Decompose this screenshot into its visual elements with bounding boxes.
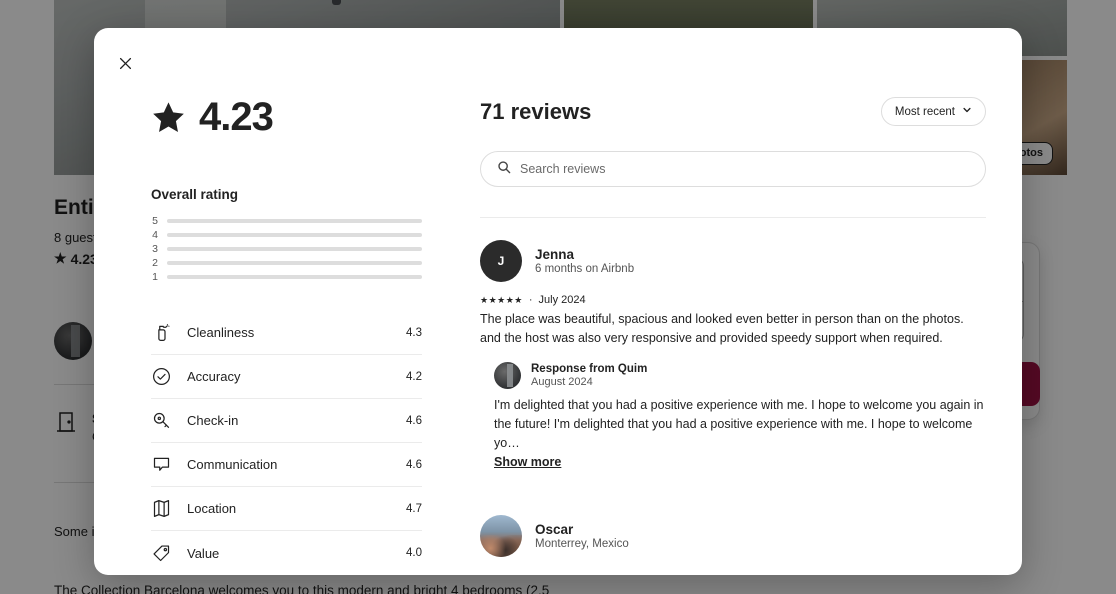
rating-category-accuracy: Accuracy 4.2 xyxy=(151,355,422,399)
category-label: Check-in xyxy=(187,413,239,428)
rating-bar-label: 1 xyxy=(152,271,158,283)
rating-headline: 4.23 xyxy=(151,97,458,137)
host-response-title: Response from Quim xyxy=(531,363,648,375)
category-label: Communication xyxy=(187,457,278,472)
host-response-date: August 2024 xyxy=(531,376,593,388)
category-value: 4.2 xyxy=(406,370,422,383)
speech-bubble-icon xyxy=(151,454,187,475)
star-icon xyxy=(151,100,186,135)
rating-category-communication: Communication 4.6 xyxy=(151,443,422,487)
avatar: J xyxy=(480,240,522,282)
review-item: J Jenna 6 months on Airbnb ★★★★★ · July … xyxy=(480,218,986,471)
map-icon xyxy=(151,498,187,519)
reviews-count-title: 71 reviews xyxy=(480,98,592,124)
category-value: 4.6 xyxy=(406,414,422,427)
rating-bar-row: 5 xyxy=(151,214,422,228)
rating-bar-row: 4 xyxy=(151,228,422,242)
reviewer-meta: Monterrey, Mexico xyxy=(535,538,629,550)
host-avatar xyxy=(494,362,521,389)
category-value: 4.6 xyxy=(406,458,422,471)
rating-bar-label: 2 xyxy=(152,257,158,269)
category-label: Cleanliness xyxy=(187,325,255,340)
category-label: Accuracy xyxy=(187,369,241,384)
reviewer-name: Jenna xyxy=(535,247,575,262)
reviewer-header[interactable]: Oscar Monterrey, Mexico xyxy=(480,515,986,557)
host-response: Response from Quim August 2024 I'm delig… xyxy=(480,362,986,471)
overall-rating-value: 4.23 xyxy=(199,95,274,139)
rating-bar-label: 3 xyxy=(152,243,158,255)
rating-bar-row: 2 xyxy=(151,256,422,270)
chevron-down-icon xyxy=(962,105,972,118)
reviewer-meta: 6 months on Airbnb xyxy=(535,263,635,275)
reviewer-header[interactable]: J Jenna 6 months on Airbnb xyxy=(480,240,986,282)
search-icon xyxy=(497,160,511,179)
category-value: 4.3 xyxy=(406,326,422,339)
review-text: The place was beautiful, spacious and lo… xyxy=(480,312,964,345)
category-label: Value xyxy=(187,545,220,561)
search-input[interactable] xyxy=(520,162,969,176)
rating-bar-track xyxy=(167,247,422,251)
category-value: 4.7 xyxy=(406,502,422,515)
overall-rating-label: Overall rating xyxy=(151,187,239,202)
key-icon xyxy=(151,410,187,431)
review-separator: · xyxy=(528,294,533,306)
reviews-panel: 71 reviews Most recent Search reviews J … xyxy=(458,28,1022,575)
reviews-modal: 4.23 Overall rating 5 4 3 2 1 Cleanlines… xyxy=(94,28,1022,575)
rating-bar-row: 3 xyxy=(151,242,422,256)
rating-bar-track xyxy=(167,233,422,237)
rating-category-cleanliness: Cleanliness 4.3 xyxy=(151,311,422,355)
rating-bar-label: 4 xyxy=(152,229,158,241)
rating-bar-track xyxy=(167,219,422,223)
rating-bar-track xyxy=(167,275,422,279)
review-date: July 2024 xyxy=(538,294,586,306)
sort-dropdown[interactable]: Most recent xyxy=(880,97,986,126)
host-response-header: Response from Quim August 2024 xyxy=(494,362,986,389)
rating-category-location: Location 4.7 xyxy=(151,487,422,531)
search-reviews-box[interactable] xyxy=(480,151,986,187)
rating-bar-label: 5 xyxy=(152,215,158,227)
review-item: Oscar Monterrey, Mexico xyxy=(480,493,986,557)
reviews-header: 71 reviews Most recent xyxy=(480,97,986,126)
listing-reviews-page: Show all photos Entire rental unit in Ba… xyxy=(0,0,1116,594)
rating-category-checkin: Check-in 4.6 xyxy=(151,399,422,443)
category-value: 4.0 xyxy=(406,547,422,559)
avatar xyxy=(480,515,522,557)
host-response-text: I'm delighted that you had a positive ex… xyxy=(494,398,984,450)
sort-dropdown-label: Most recent xyxy=(894,105,955,118)
tag-icon xyxy=(151,543,187,564)
review-rating-row: ★★★★★ · July 2024 xyxy=(480,294,986,306)
rating-distribution: 5 4 3 2 1 xyxy=(151,214,422,284)
rating-bar-track xyxy=(167,261,422,265)
show-more-button[interactable]: Show more xyxy=(494,455,561,469)
rating-categories: Cleanliness 4.3 Accuracy 4.2 Check-in 4.… xyxy=(151,311,422,575)
reviewer-name: Oscar xyxy=(535,522,574,537)
star-rating: ★★★★★ xyxy=(480,294,523,305)
check-circle-icon xyxy=(151,366,187,387)
category-label: Location xyxy=(187,501,237,516)
spray-bottle-icon xyxy=(151,322,187,343)
rating-category-value: Value 4.0 xyxy=(151,531,422,575)
rating-bar-row: 1 xyxy=(151,270,422,284)
overall-rating-panel: 4.23 Overall rating 5 4 3 2 1 Cleanlines… xyxy=(94,28,458,575)
